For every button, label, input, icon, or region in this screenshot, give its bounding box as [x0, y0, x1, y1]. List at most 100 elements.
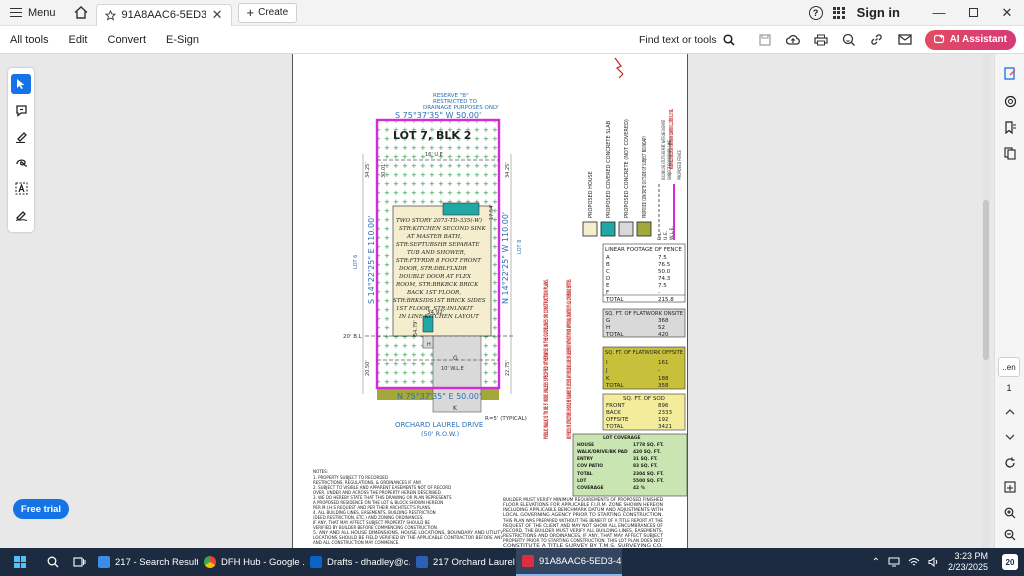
minimize-icon[interactable]: — [922, 0, 956, 26]
dim-34-25-left: 34.25' [365, 162, 371, 178]
save-copy-icon[interactable] [1001, 478, 1019, 496]
esign-button[interactable]: E-Sign [156, 34, 209, 46]
hamburger-icon [10, 8, 22, 17]
svg-text:896: 896 [658, 403, 669, 409]
tray-overflow-icon[interactable]: ⌃ [872, 557, 880, 568]
sign-in-button[interactable]: Sign in [857, 5, 900, 20]
draw-tool[interactable] [11, 152, 31, 172]
zoom-in-icon[interactable] [1001, 504, 1019, 522]
taskbar-item-word[interactable]: 217 Orchard Laurel ... [410, 548, 516, 576]
home-button[interactable] [66, 0, 96, 26]
select-tool[interactable] [11, 74, 31, 94]
create-label: Create [258, 7, 289, 18]
edit-button[interactable]: Edit [59, 34, 98, 46]
document-tab[interactable]: 91A8AAC6-5ED3-41D5-8... ✕ [95, 3, 232, 26]
scroll-down-icon[interactable] [1001, 428, 1019, 446]
svg-text:PROPOSED COVERED CONCRETE SLAB: PROPOSED COVERED CONCRETE SLAB [606, 120, 612, 218]
wle-bottom-label: 10' W.L.E [441, 366, 464, 372]
svg-text:TWO STORY 2073-TD-335(-W): TWO STORY 2073-TD-335(-W) [396, 217, 482, 224]
convert-button[interactable]: Convert [98, 34, 157, 46]
road-row: (50' R.O.W.) [421, 430, 459, 438]
legend-swatch-covered [600, 221, 616, 237]
notification-badge[interactable]: 20 [1002, 554, 1018, 570]
volume-icon[interactable] [928, 557, 940, 567]
fence-table: LINEAR FOOTAGE OF FENCE A 7.5 B 76.5 C 50.0… [602, 243, 686, 303]
sign-tool[interactable] [11, 204, 31, 224]
svg-text:WALK/DRIVE/BK PAD: WALK/DRIVE/BK PAD [577, 449, 628, 455]
svg-text:FRONT: FRONT [606, 403, 625, 409]
save-button[interactable] [751, 26, 779, 54]
upload-button[interactable] [779, 26, 807, 54]
search-people-button[interactable] [835, 26, 863, 54]
search-taskbar-icon[interactable] [40, 548, 66, 576]
covered-patio [442, 202, 480, 216]
star-icon[interactable] [104, 9, 116, 21]
right-bearing: N 14°22'25" W 110.00' [501, 212, 510, 304]
find-tools-button[interactable]: Find text or tools [639, 34, 735, 46]
ai-assistant-button[interactable]: AI Assistant [924, 29, 1016, 50]
zoom-out-icon[interactable] [1001, 526, 1019, 544]
svg-text:TOTAL: TOTAL [605, 383, 624, 389]
restore-icon[interactable] [956, 0, 990, 26]
wifi-icon[interactable] [908, 557, 920, 567]
svg-text:E: E [606, 283, 610, 289]
svg-text:52: 52 [658, 325, 665, 331]
link-button[interactable] [863, 26, 891, 54]
text-tool[interactable] [11, 178, 31, 198]
cloud-upload-icon [785, 34, 800, 45]
svg-text:A: A [606, 255, 610, 261]
mail-icon [897, 34, 912, 45]
task-view-icon[interactable] [66, 548, 92, 576]
svg-text:420: 420 [658, 332, 669, 338]
pages-icon[interactable] [1001, 144, 1019, 162]
svg-text:192: 192 [658, 417, 669, 423]
windows-taskbar: 217 - Search Result... DFH Hub - Google … [0, 548, 1024, 576]
svg-text:H: H [606, 325, 610, 331]
close-window-icon[interactable]: ✕ [990, 0, 1024, 26]
area-g-label: G [453, 355, 458, 362]
svg-text:SQ. FT. OF FLATWORK ONSITE: SQ. FT. OF FLATWORK ONSITE [605, 311, 683, 317]
page-number-input[interactable]: ..en [998, 357, 1020, 377]
scroll-up-icon[interactable] [1001, 402, 1019, 420]
help-icon[interactable]: ? [808, 5, 823, 20]
comment-tool[interactable] [11, 100, 31, 120]
taskbar-item-chrome[interactable]: DFH Hub - Google ... [198, 548, 304, 576]
svg-text:LOT: LOT [577, 478, 586, 484]
svg-text:83 SQ. FT.: 83 SQ. FT. [633, 463, 658, 469]
svg-text:C: C [606, 269, 610, 275]
task-label: 217 Orchard Laurel ... [433, 556, 516, 568]
outlook-icon [310, 556, 322, 568]
svg-text:TUB AND SHOWER,: TUB AND SHOWER, [407, 250, 466, 256]
highlight-tool[interactable] [11, 126, 31, 146]
taskbar-item-outlook[interactable]: Drafts - dhadley@c... [304, 548, 410, 576]
rotate-icon[interactable] [1001, 454, 1019, 472]
edit-pdf-icon[interactable] [1001, 64, 1019, 82]
svg-text:TOTAL: TOTAL [577, 471, 593, 477]
windows-start-icon[interactable] [14, 556, 26, 568]
svg-text:42 %: 42 % [633, 485, 646, 491]
display-icon[interactable] [888, 557, 900, 567]
pdf-page[interactable]: + RESERVE "B" RESTRICTED TO DRAINAGE PUR… [292, 54, 688, 548]
svg-text:TOTAL: TOTAL [605, 332, 624, 338]
svg-text:LOT COVERAGE: LOT COVERAGE [603, 435, 641, 441]
free-trial-button[interactable]: Free trial [13, 499, 69, 519]
apps-grid-icon[interactable] [832, 6, 845, 19]
link-icon [871, 34, 882, 45]
menu-button[interactable]: Menu [0, 0, 66, 26]
quick-tools-panel [8, 68, 34, 232]
comment-panel-icon[interactable] [1001, 92, 1019, 110]
bookmark-icon[interactable] [1001, 118, 1019, 136]
clock[interactable]: 3:23 PM 2/23/2025 [948, 551, 988, 573]
taskbar-item-acrobat[interactable]: 91A8AAC6-5ED3-4... [516, 548, 622, 576]
all-tools-button[interactable]: All tools [0, 34, 59, 46]
dim-30-01: 30.01' [381, 162, 387, 178]
scrollbar-thumb[interactable] [983, 200, 989, 360]
email-button[interactable] [891, 26, 919, 54]
taskbar-item-explorer[interactable]: 217 - Search Result... [92, 548, 198, 576]
print-button[interactable] [807, 26, 835, 54]
radius-typical: R=5' (TYPICAL) [485, 416, 527, 422]
svg-text:188: 188 [658, 376, 669, 382]
find-people-icon [842, 33, 855, 46]
create-button[interactable]: + Create [237, 2, 298, 23]
tab-close-icon[interactable]: ✕ [212, 7, 223, 23]
